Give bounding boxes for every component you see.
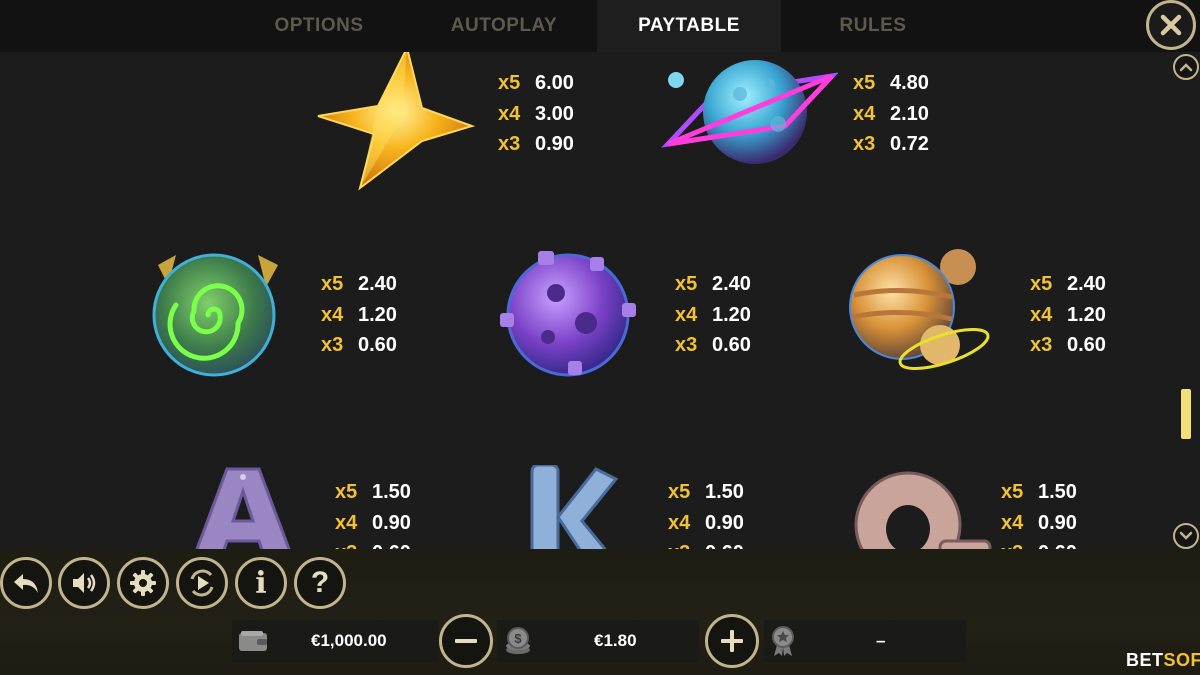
paytable-pays-orange-planet: x5 2.40 x4 1.20 x3 0.60 (1030, 273, 1106, 356)
betsoft-logo: BETSOFT (1126, 650, 1200, 670)
win-display: – (764, 620, 966, 662)
help-icon: ? (310, 566, 330, 599)
back-icon (14, 574, 38, 593)
chevron-down-icon (1179, 531, 1193, 540)
win-value: – (876, 631, 886, 650)
paytable-pays-letter-a: x51.50 x40.90 x30.60 (335, 481, 411, 549)
chevron-up-icon (1179, 63, 1193, 72)
plus-icon (721, 630, 743, 652)
close-button[interactable] (1146, 0, 1196, 50)
tab-options[interactable]: OPTIONS (227, 0, 411, 52)
svg-text:$: $ (514, 631, 522, 646)
paytable-pays-letter-q: x51.50 x40.90 x30.60 (1001, 481, 1077, 549)
tab-paytable[interactable]: PAYTABLE (597, 0, 781, 52)
tab-bar: OPTIONS AUTOPLAY PAYTABLE RULES (0, 0, 1200, 52)
close-icon (1160, 14, 1182, 36)
green-swirl-planet-icon (152, 253, 278, 377)
autoplay-icon (190, 569, 214, 597)
settings-button[interactable] (117, 557, 169, 609)
back-button[interactable] (0, 557, 52, 609)
coins-icon: $ (506, 627, 530, 654)
sound-icon (73, 573, 96, 593)
letter-a-icon (195, 467, 291, 549)
paytable-pays-star: x5 6.00 x4 3.00 x3 0.90 (498, 72, 574, 155)
paytable-pays-purple-moon: x5 2.40 x4 1.20 x3 0.60 (675, 273, 751, 356)
tab-autoplay[interactable]: AUTOPLAY (412, 0, 596, 52)
autoplay-button[interactable] (176, 557, 228, 609)
scroll-down-button[interactable] (1173, 523, 1199, 549)
balance-value: €1,000.00 (311, 631, 387, 650)
sound-button[interactable] (58, 557, 110, 609)
paytable-pays-green-swirl-planet: x5 2.40 x4 1.20 x3 0.60 (321, 273, 397, 356)
balance-display: €1,000.00 (232, 620, 438, 662)
help-button[interactable]: ? (294, 557, 346, 609)
star-icon (317, 52, 476, 191)
increase-bet-button[interactable] (705, 614, 759, 668)
letter-k-icon (530, 465, 619, 549)
settings-icon (130, 570, 156, 596)
wallet-icon (239, 631, 267, 651)
info-button[interactable]: i (235, 557, 287, 609)
paytable-panel: x5 6.00 x4 3.00 x3 0.90 x5 4.80 x4 2.10 x3 0.7… (0, 52, 1168, 549)
scroll-up-button[interactable] (1173, 54, 1199, 80)
paytable-pays-ringed-blue-planet: x5 4.80 x4 2.10 x3 0.72 (853, 72, 929, 155)
minus-icon (455, 639, 477, 643)
decrease-bet-button[interactable] (439, 614, 493, 668)
letter-q-icon (854, 471, 992, 549)
bet-value: €1.80 (594, 631, 637, 650)
info-icon: i (255, 565, 267, 601)
tab-rules[interactable]: RULES (781, 0, 965, 52)
purple-moon-icon (500, 251, 636, 377)
scrollbar-thumb[interactable] (1181, 389, 1191, 439)
ringed-blue-planet-icon (661, 60, 838, 164)
bet-display: $ €1.80 (497, 620, 699, 662)
orange-planet-icon (849, 249, 990, 370)
paytable-pays-letter-k: x51.50 x40.90 x30.60 (668, 481, 744, 549)
award-icon (772, 626, 794, 656)
